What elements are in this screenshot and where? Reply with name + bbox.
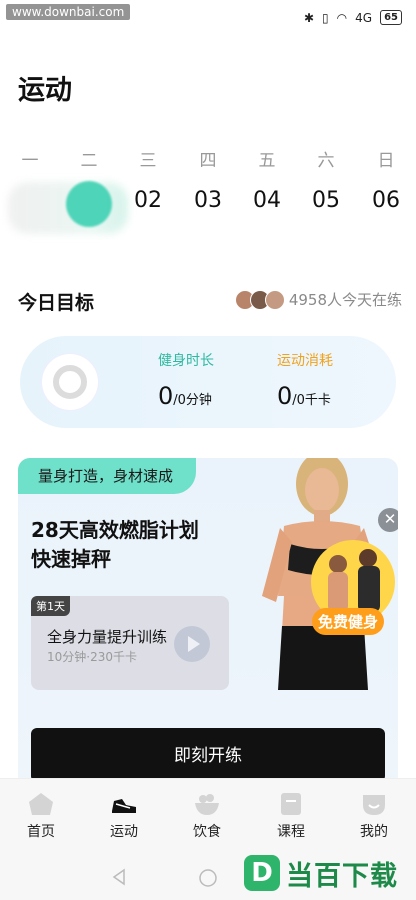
page-title: 运动 xyxy=(18,75,72,106)
battery-icon: 65 xyxy=(380,10,402,25)
calories-label: 运动消耗 xyxy=(277,353,333,369)
weekday-fri: 五 xyxy=(258,151,276,171)
date-item[interactable]: 05 xyxy=(306,188,346,213)
back-icon[interactable] xyxy=(110,868,128,886)
bottom-nav: 首页 运动 饮食 课程 我的 xyxy=(0,778,416,855)
brand-logo: D xyxy=(244,855,280,891)
weekday-mon: 一 xyxy=(21,151,39,171)
date-item[interactable]: 04 xyxy=(247,188,287,213)
status-icons: ✱ ▯ ◠ 4G 65 xyxy=(304,10,402,25)
brand-text: 当百下载 xyxy=(286,860,398,892)
lesson-day-badge: 第1天 xyxy=(31,596,70,616)
online-text: 4958人今天在练 xyxy=(288,291,402,309)
home-icon xyxy=(29,793,53,815)
weekday-sun: 日 xyxy=(377,151,395,171)
free-fitness-badge[interactable]: 免费健身 xyxy=(312,608,385,635)
profile-icon xyxy=(363,795,385,815)
weekday-tue: 二 xyxy=(80,151,98,171)
date-row: 02 03 04 05 06 xyxy=(0,188,416,222)
sneaker-icon xyxy=(112,799,136,813)
nav-item-profile[interactable]: 我的 xyxy=(344,791,404,841)
duration-value: 0/0分钟 xyxy=(158,382,212,410)
start-training-button[interactable]: 即刻开练 xyxy=(31,728,385,782)
home-circle-icon[interactable] xyxy=(198,868,218,888)
nav-item-courses[interactable]: 课程 xyxy=(261,791,321,841)
today-goal-title: 今日目标 xyxy=(18,292,95,314)
online-count[interactable]: 4958人今天在练 xyxy=(234,289,402,310)
date-item[interactable]: 06 xyxy=(366,188,406,213)
close-icon[interactable]: ✕ xyxy=(378,508,398,532)
nav-item-diet[interactable]: 饮食 xyxy=(177,791,237,841)
plan-card[interactable]: 量身打造，身材速成 免费健身 ✕ 28天高效燃脂计划 快速掉秤 第1天 全身力量… xyxy=(18,458,398,788)
weekday-row: 一 二 三 四 五 六 日 xyxy=(0,146,416,171)
brand-watermark: D 当百下载 xyxy=(244,848,414,898)
lesson-card[interactable]: 第1天 全身力量提升训练 10分钟·230千卡 xyxy=(31,596,229,690)
play-icon[interactable] xyxy=(174,626,210,662)
weekday-sat: 六 xyxy=(317,151,335,171)
course-icon xyxy=(281,793,301,815)
signal-icon: 4G xyxy=(355,10,373,25)
nav-item-sport[interactable]: 运动 xyxy=(94,791,154,841)
weekday-thu: 四 xyxy=(199,151,217,171)
nav-item-home[interactable]: 首页 xyxy=(11,791,71,841)
wifi-icon: ◠ xyxy=(336,10,348,25)
calories-value: 0/0千卡 xyxy=(277,382,331,410)
plan-title: 28天高效燃脂计划 快速掉秤 xyxy=(31,518,199,571)
avatar-stack xyxy=(234,289,285,310)
vibrate-icon: ▯ xyxy=(322,10,329,25)
lesson-name: 全身力量提升训练 xyxy=(47,628,168,646)
bluetooth-icon: ✱ xyxy=(303,10,315,25)
weekday-wed: 三 xyxy=(139,151,157,171)
date-item[interactable]: 02 xyxy=(128,188,168,213)
watermark-label: www.downbai.com xyxy=(6,4,131,20)
plan-tag: 量身打造，身材速成 xyxy=(18,458,196,494)
avatar xyxy=(264,289,285,310)
bowl-icon xyxy=(195,794,219,815)
progress-ring xyxy=(42,354,98,410)
date-item[interactable]: 03 xyxy=(188,188,228,213)
duration-label: 健身时长 xyxy=(158,353,214,369)
stats-card[interactable]: 健身时长 0/0分钟 运动消耗 0/0千卡 xyxy=(20,336,396,428)
lesson-meta: 10分钟·230千卡 xyxy=(47,650,137,664)
